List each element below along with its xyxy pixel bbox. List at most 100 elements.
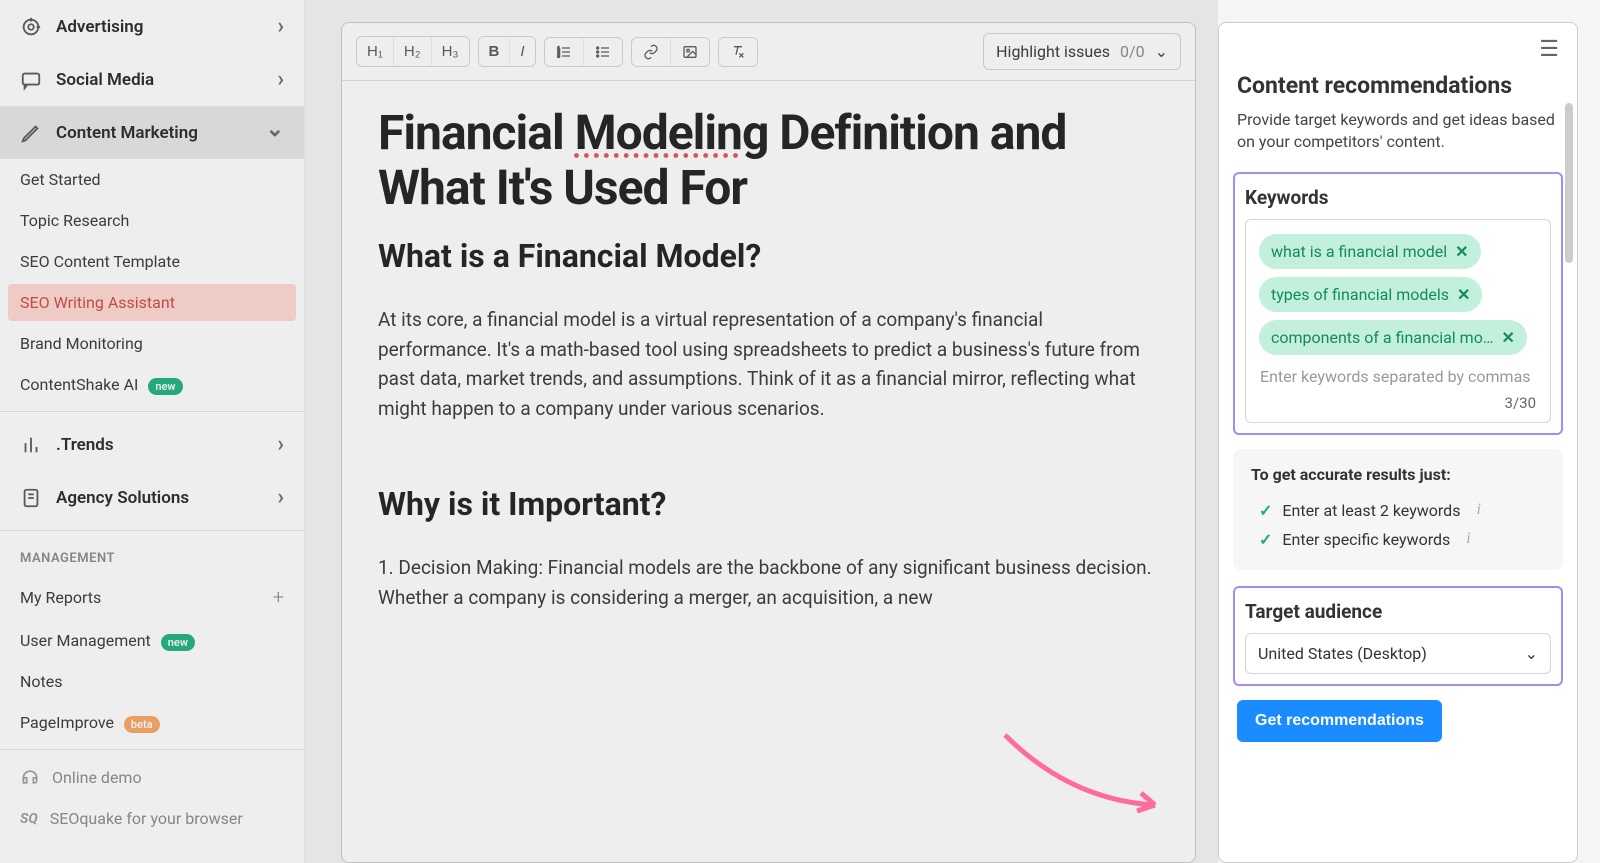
keywords-input[interactable]: what is a financial model✕ types of fina… (1245, 219, 1551, 423)
sidebar-sub-pageimprove[interactable]: PageImprove beta (0, 702, 304, 743)
heading-what-is[interactable]: What is a Financial Model? (378, 237, 1159, 275)
h3-button[interactable]: H₃ (431, 37, 469, 66)
get-recommendations-button[interactable]: Get recommendations (1237, 700, 1442, 742)
info-icon[interactable]: i (1476, 501, 1480, 519)
scrollbar[interactable] (1565, 103, 1573, 263)
sub-label: User Management (20, 631, 151, 650)
remove-chip-icon[interactable]: ✕ (1457, 285, 1470, 304)
target-audience-label: Target audience (1245, 600, 1551, 623)
info-icon[interactable]: i (1466, 530, 1470, 548)
nav-label: Social Media (56, 70, 154, 90)
sidebar-sub-my-reports[interactable]: My Reports + (0, 574, 304, 620)
nav-label: Agency Solutions (56, 488, 189, 508)
sub-label: My Reports (20, 588, 101, 607)
image-icon (681, 44, 699, 60)
keyword-chip[interactable]: components of a financial mo… ✕ (1259, 320, 1527, 355)
sidebar-sub-get-started[interactable]: Get Started (0, 159, 304, 200)
sidebar: Advertising Social Media Content Marketi… (0, 0, 305, 863)
sidebar-sub-contentshake[interactable]: ContentShake AI new (0, 364, 304, 405)
keywords-label: Keywords (1245, 186, 1551, 209)
check-icon: ✓ (1259, 530, 1272, 549)
h1-button[interactable]: H₁ (357, 37, 393, 66)
nav-label: Advertising (56, 17, 143, 37)
new-badge: new (161, 634, 195, 651)
link-button[interactable] (632, 38, 670, 66)
sidebar-sub-user-management[interactable]: User Management new (0, 620, 304, 661)
new-badge: new (148, 378, 182, 395)
sidebar-item-trends[interactable]: .Trends (0, 418, 304, 471)
nav-label: .Trends (56, 435, 114, 455)
chip-text: types of financial models (1271, 285, 1449, 304)
image-button[interactable] (670, 38, 709, 66)
sidebar-item-agency-solutions[interactable]: Agency Solutions (0, 471, 304, 524)
ordered-list-icon: 123 (555, 44, 573, 60)
keywords-placeholder: Enter keywords separated by commas (1256, 359, 1540, 390)
menu-icon[interactable]: ☰ (1539, 37, 1559, 62)
h2-button[interactable]: H₂ (393, 37, 431, 66)
bullet-list-icon (594, 44, 612, 60)
keyword-chip[interactable]: what is a financial model✕ (1259, 234, 1481, 269)
issues-count: 0/0 (1120, 42, 1145, 61)
pencil-icon (20, 122, 42, 144)
sidebar-sub-notes[interactable]: Notes (0, 661, 304, 702)
keywords-section: Keywords what is a financial model✕ type… (1233, 172, 1563, 435)
format-group: B I (478, 36, 536, 67)
tip-text: Enter at least 2 keywords (1282, 501, 1460, 520)
headset-icon (20, 767, 40, 787)
clear-format-button[interactable] (719, 38, 757, 66)
document-icon (20, 487, 42, 509)
sidebar-item-advertising[interactable]: Advertising (0, 0, 304, 53)
paragraph-intro[interactable]: At its core, a financial model is a virt… (378, 305, 1159, 423)
remove-chip-icon[interactable]: ✕ (1502, 328, 1515, 347)
chevron-down-icon: ⌄ (1155, 42, 1168, 61)
recommendations-panel: ☰ Content recommendations Provide target… (1218, 22, 1578, 863)
tip-text: Enter specific keywords (1282, 530, 1450, 549)
bold-button[interactable]: B (479, 37, 510, 66)
sidebar-sub-brand-monitoring[interactable]: Brand Monitoring (0, 323, 304, 364)
check-icon: ✓ (1259, 501, 1272, 520)
sidebar-item-content-marketing[interactable]: Content Marketing (0, 106, 304, 159)
link-icon (642, 44, 660, 60)
sidebar-item-social-media[interactable]: Social Media (0, 53, 304, 106)
chat-icon (20, 69, 42, 91)
panel-header: ☰ (1219, 23, 1577, 68)
keywords-count: 3/30 (1256, 390, 1540, 412)
target-audience-select[interactable]: United States (Desktop) ⌄ (1245, 633, 1551, 674)
clear-format-icon (729, 44, 747, 60)
issues-label: Highlight issues (996, 42, 1110, 61)
editor-content[interactable]: Financial Modeling Definition and What I… (342, 81, 1195, 862)
sidebar-sub-topic-research[interactable]: Topic Research (0, 200, 304, 241)
paragraph-decision[interactable]: 1. Decision Making: Financial models are… (378, 553, 1159, 612)
highlight-issues-dropdown[interactable]: Highlight issues 0/0 ⌄ (983, 33, 1181, 70)
panel-body: Content recommendations Provide target k… (1219, 68, 1577, 862)
plus-icon[interactable]: + (273, 585, 284, 609)
heading-group: H₁ H₂ H₃ (356, 36, 470, 67)
footer-label: Online demo (52, 768, 142, 787)
bullet-list-button[interactable] (583, 38, 622, 66)
chip-text: components of a financial mo… (1271, 328, 1494, 347)
sidebar-sub-seo-writing-assistant[interactable]: SEO Writing Assistant (8, 284, 296, 321)
editor-toolbar: H₁ H₂ H₃ B I 123 (342, 23, 1195, 81)
ordered-list-button[interactable]: 123 (545, 38, 583, 66)
sub-label: ContentShake AI (20, 375, 138, 394)
list-group: 123 (544, 37, 623, 67)
sq-icon: SQ (20, 811, 38, 827)
select-value: United States (Desktop) (1258, 644, 1427, 663)
bars-icon (20, 434, 42, 456)
italic-button[interactable]: I (509, 37, 534, 66)
heading-why-important[interactable]: Why is it Important? (378, 485, 1159, 523)
keyword-chip[interactable]: types of financial models ✕ (1259, 277, 1482, 312)
document-title[interactable]: Financial Modeling Definition and What I… (378, 105, 1159, 215)
editor-frame: H₁ H₂ H₃ B I 123 (341, 22, 1196, 863)
tip-row: ✓ Enter specific keywords i (1251, 525, 1545, 554)
remove-chip-icon[interactable]: ✕ (1455, 242, 1468, 261)
insert-group (631, 37, 710, 67)
sub-label: PageImprove (20, 713, 114, 732)
panel-description: Provide target keywords and get ideas ba… (1237, 109, 1559, 154)
editor-column: H₁ H₂ H₃ B I 123 (305, 0, 1218, 863)
sidebar-footer-online-demo[interactable]: Online demo (0, 756, 304, 798)
sidebar-footer-seoquake[interactable]: SQ SEOquake for your browser (0, 798, 304, 839)
target-audience-section: Target audience United States (Desktop) … (1233, 586, 1563, 686)
chevron-down-icon: ⌄ (1525, 644, 1538, 663)
sidebar-sub-seo-content-template[interactable]: SEO Content Template (0, 241, 304, 282)
